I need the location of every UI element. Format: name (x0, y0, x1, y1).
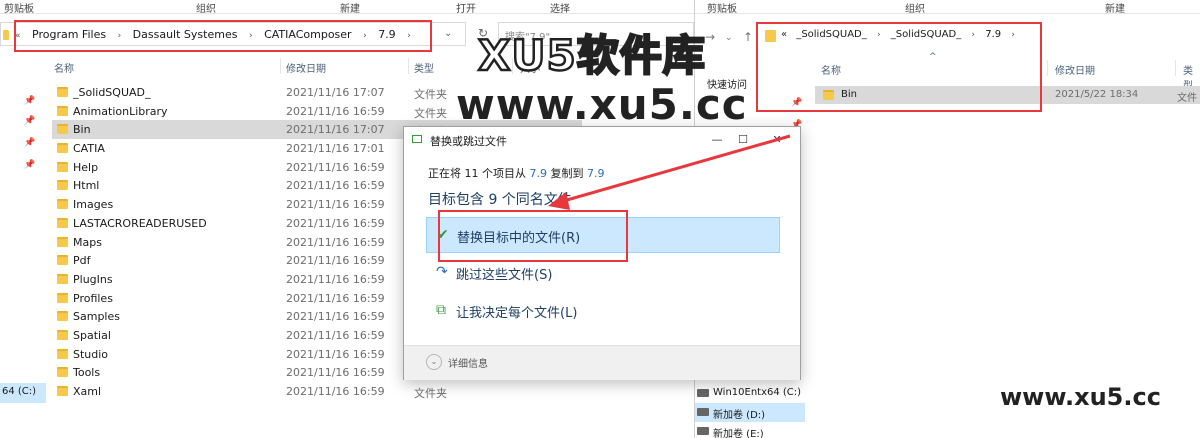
arrow-shaft (559, 134, 791, 204)
arrow-head (548, 192, 570, 210)
watermark-logo: XU5软件库 (477, 30, 706, 82)
watermark-url: www.xu5.cc (456, 80, 748, 129)
watermark-corner: www.xu5.cc (1000, 383, 1161, 411)
